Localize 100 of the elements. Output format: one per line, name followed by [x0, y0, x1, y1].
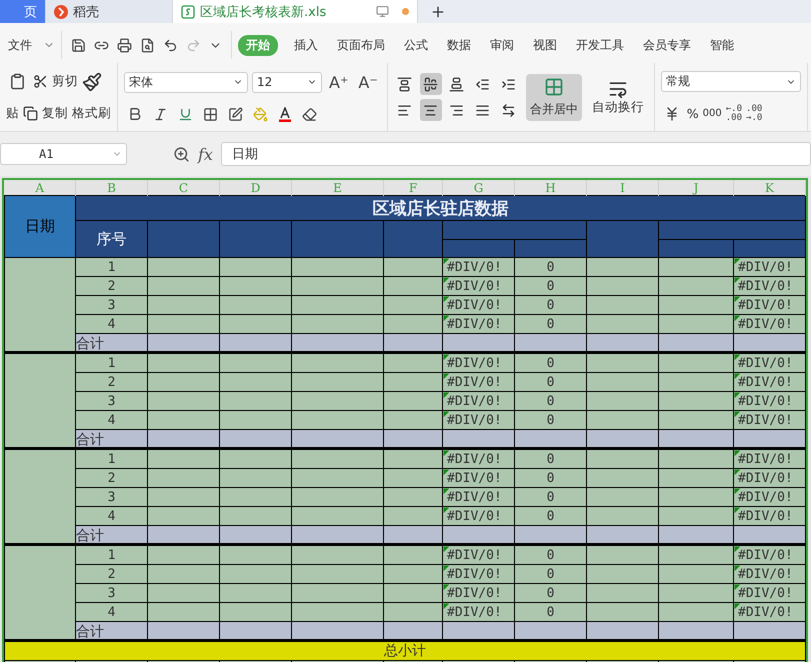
table-cell: #DIV/0! [734, 468, 806, 488]
table-cell: #DIV/0! [734, 410, 806, 430]
ribbon-tab[interactable]: 审阅 [482, 34, 522, 56]
align-center-icon [423, 102, 438, 118]
table-cell: 总小计 [4, 640, 806, 660]
document-tab[interactable]: 稻壳 [46, 0, 173, 23]
ribbon-tab[interactable]: 公式 [396, 34, 436, 56]
font-select[interactable]: 宋体 [124, 72, 248, 93]
merge-cells-icon [544, 76, 564, 96]
justify-icon [475, 102, 490, 118]
table-cell: #DIV/0! [734, 584, 806, 602]
table-cell: 2 [76, 372, 148, 392]
table-header: 序号 [76, 220, 148, 258]
merge-center-button[interactable]: 合并居中 [526, 74, 582, 120]
number-format-select[interactable]: 常规 [660, 71, 801, 92]
format-painter-button[interactable]: 格式刷 [72, 105, 111, 122]
document-tab[interactable]: 页 [0, 0, 46, 23]
table-cell: 4 [76, 314, 148, 334]
scissors-icon[interactable] [33, 74, 48, 90]
table-cell: #DIV/0! [442, 564, 514, 584]
outdent-icon [475, 76, 490, 92]
document-tab[interactable]: 区域店长考核表新.xls [173, 0, 418, 23]
table-cell: 4 [76, 506, 148, 526]
table-cell: 1 [76, 258, 148, 276]
table-cell: 2 [76, 276, 148, 296]
font-shrink-button[interactable]: A⁻ [355, 72, 381, 92]
ribbon-tab[interactable]: 开发工具 [568, 34, 632, 56]
table-cell: #DIV/0! [442, 506, 514, 526]
table-cell: #DIV/0! [442, 276, 514, 296]
table-cell: #DIV/0! [442, 468, 514, 488]
table-cell: 合计 [76, 430, 148, 448]
table-cell: #DIV/0! [442, 296, 514, 314]
table-cell: #DIV/0! [734, 506, 806, 526]
align-top-icon [397, 76, 412, 92]
table-cell: 0 [514, 372, 586, 392]
font-grow-button[interactable]: A⁺ [326, 72, 352, 92]
table-cell: 合计 [76, 622, 148, 640]
ribbon-tab[interactable]: 页面布局 [329, 34, 393, 56]
table-cell: 0 [514, 564, 586, 584]
paste-button[interactable]: 贴 [6, 105, 19, 122]
table-cell: #DIV/0! [442, 584, 514, 602]
table-cell: #DIV/0! [734, 392, 806, 410]
table-cell: 3 [76, 392, 148, 410]
align-right-icon [449, 102, 464, 118]
table-header: 日期 [4, 196, 76, 258]
table-cell: 0 [514, 602, 586, 622]
decimal-button[interactable]: ←.0 .00 [726, 104, 742, 123]
table-cell: 2 [76, 468, 148, 488]
name-box[interactable]: A1 [0, 143, 127, 165]
cut-button[interactable]: 剪切 [52, 73, 78, 90]
table-cell: #DIV/0! [442, 372, 514, 392]
ribbon-tab[interactable]: 数据 [439, 34, 479, 56]
table-cell: 2 [76, 564, 148, 584]
file-menu[interactable]: 文件 [0, 34, 40, 56]
thousands-button[interactable]: 000 [702, 108, 722, 120]
decimal-button[interactable]: .00 →.0 [746, 104, 762, 123]
table-cell: 0 [514, 276, 586, 296]
align-button[interactable] [420, 99, 442, 121]
table-cell: #DIV/0! [734, 314, 806, 334]
ribbon-tab[interactable]: 视图 [525, 34, 565, 56]
paintbrush-icon[interactable] [82, 72, 102, 92]
table-cell: 0 [514, 468, 586, 488]
table-cell: 3 [76, 296, 148, 314]
align-left-icon [397, 102, 412, 118]
wrap-text-button[interactable]: 自动换行 [588, 76, 648, 118]
table-cell: #DIV/0! [442, 314, 514, 334]
table-cell: 0 [514, 488, 586, 506]
table-cell: #DIV/0! [734, 602, 806, 622]
copy-icon[interactable] [23, 106, 38, 122]
zoom-icon[interactable] [173, 146, 190, 162]
table-cell: 0 [514, 314, 586, 334]
table-cell: 0 [514, 258, 586, 276]
table-cell: 0 [514, 506, 586, 526]
table-cell: #DIV/0! [442, 258, 514, 276]
function-button[interactable]: fx [198, 144, 213, 164]
ribbon-tab[interactable]: 插入 [286, 34, 326, 56]
ribbon-tab[interactable]: 智能 [702, 34, 742, 56]
indent-icon [501, 76, 516, 92]
table-cell: #DIV/0! [734, 564, 806, 584]
ribbon-tab[interactable]: 会员专享 [635, 34, 699, 56]
table-cell: 合计 [76, 334, 148, 352]
table-cell: #DIV/0! [442, 410, 514, 430]
font-size-select[interactable]: 12 [252, 72, 322, 93]
table-cell: #DIV/0! [442, 602, 514, 622]
align-button[interactable] [420, 73, 442, 95]
formula-input[interactable]: 日期 [220, 142, 811, 166]
distribute-icon [501, 102, 516, 118]
table-cell: 4 [76, 602, 148, 622]
table-cell: #DIV/0! [734, 488, 806, 506]
table-cell: #DIV/0! [442, 392, 514, 410]
table-cell: 3 [76, 584, 148, 602]
table-cell: 0 [514, 410, 586, 430]
table-cell: 0 [514, 584, 586, 602]
table-cell: 4 [76, 410, 148, 430]
table-cell: 3 [76, 488, 148, 506]
percent-button[interactable]: % [686, 106, 699, 122]
table-cell: 合计 [76, 526, 148, 544]
monitor-icon[interactable] [376, 5, 389, 18]
copy-button[interactable]: 复制 [42, 105, 68, 122]
table-cell: 0 [514, 296, 586, 314]
